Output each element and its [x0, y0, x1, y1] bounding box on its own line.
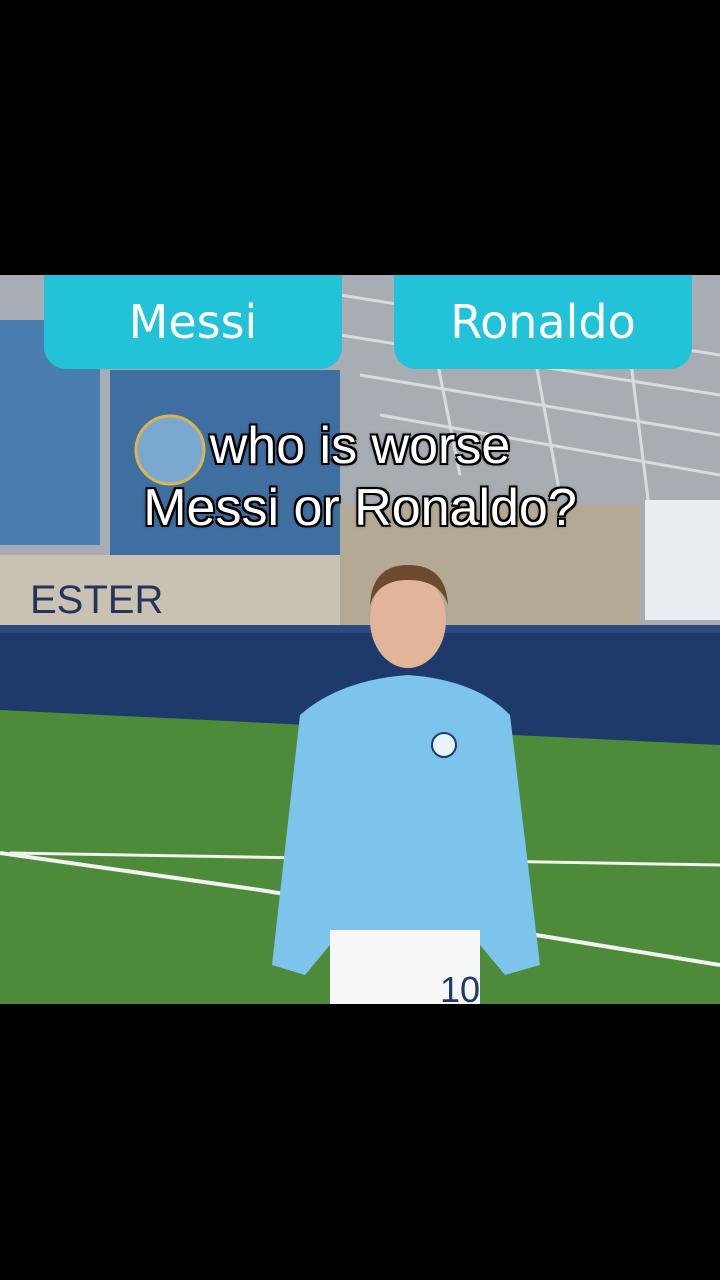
question-line-2: Messi or Ronaldo? — [143, 479, 577, 537]
video-frame[interactable]: ESTER 10 Messi Ronaldo who is worse Mess… — [0, 275, 720, 1004]
wall-lettering: ESTER — [30, 578, 163, 622]
question-caption: who is worse Messi or Ronaldo? — [0, 415, 720, 539]
choice-messi-label: Messi — [128, 295, 258, 349]
choice-messi-button[interactable]: Messi — [44, 275, 342, 369]
question-line-1: who is worse — [209, 417, 511, 475]
shirt-number: 10 — [440, 969, 480, 1004]
scene-illustration: ESTER 10 — [0, 275, 720, 1004]
choice-ronaldo-button[interactable]: Ronaldo — [394, 275, 692, 369]
choice-ronaldo-label: Ronaldo — [450, 295, 636, 349]
